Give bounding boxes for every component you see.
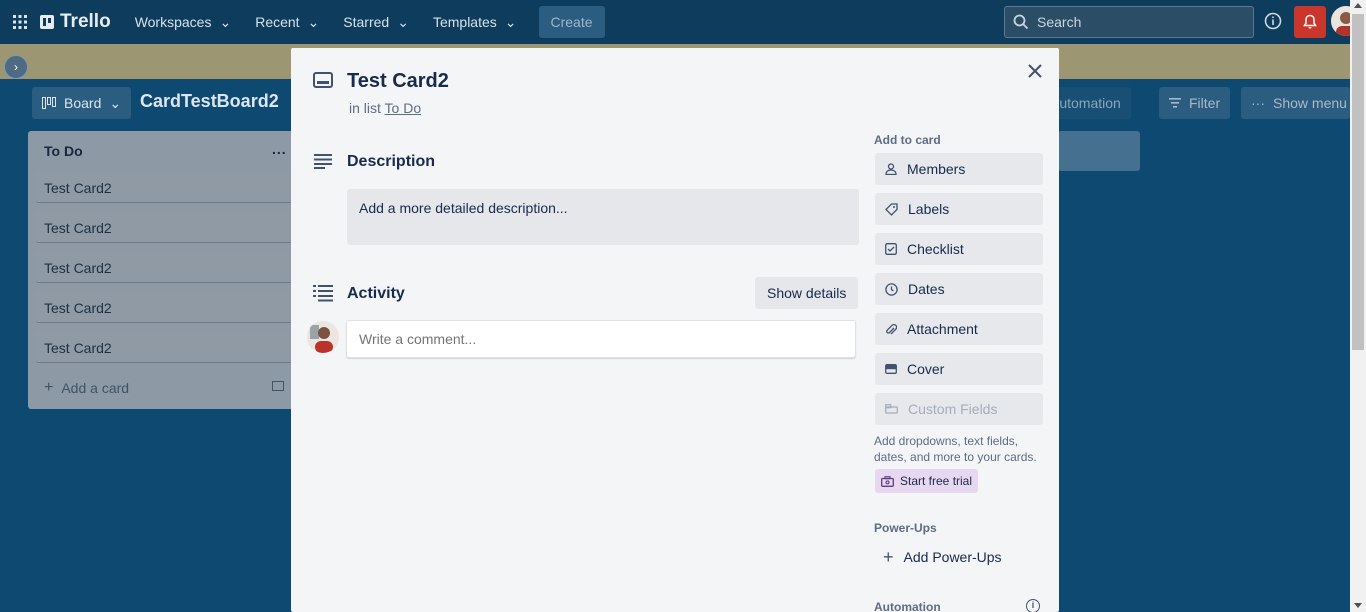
commenter-avatar xyxy=(307,321,339,353)
logo-text: Trello xyxy=(60,11,111,32)
card-template-icon[interactable] xyxy=(272,381,284,391)
board-view-label: Board xyxy=(64,95,102,111)
trello-logo-icon xyxy=(40,15,54,29)
custom-fields-note: Add dropdowns, text fields, dates, and m… xyxy=(874,434,1037,464)
board-title[interactable]: CardTestBoard2 xyxy=(140,91,279,112)
filter-icon xyxy=(1169,98,1181,108)
cover-icon xyxy=(885,364,897,374)
tag-icon xyxy=(885,202,898,216)
checkbox-icon xyxy=(885,243,897,255)
list-card[interactable]: Test Card2 xyxy=(36,291,292,323)
starred-menu[interactable]: Starred ⌄ xyxy=(333,6,419,38)
chevron-down-icon: ⌄ xyxy=(109,94,122,111)
workspaces-menu[interactable]: Workspaces ⌄ xyxy=(125,6,242,38)
templates-label: Templates xyxy=(432,14,497,30)
labels-button[interactable]: Labels xyxy=(875,193,1043,225)
add-power-ups-button[interactable]: + Add Power-Ups xyxy=(875,541,1010,573)
card-list-location: in list To Do xyxy=(349,100,421,116)
custom-fields-label: Custom Fields xyxy=(908,401,998,417)
members-label: Members xyxy=(907,161,966,177)
more-icon: ··· xyxy=(1251,95,1265,111)
scroll-down-icon[interactable] xyxy=(1354,603,1362,608)
description-input[interactable]: Add a more detailed description... xyxy=(347,189,859,245)
filter-label: Filter xyxy=(1189,95,1221,111)
search-placeholder: Search xyxy=(1037,14,1082,30)
search-input[interactable]: Search xyxy=(1004,6,1254,38)
list-card[interactable]: Test Card2 xyxy=(36,171,292,203)
checklist-button[interactable]: Checklist xyxy=(875,233,1043,265)
list-card[interactable]: Test Card2 xyxy=(36,331,292,363)
chevron-right-icon: › xyxy=(14,60,18,74)
chevron-down-icon: ⌄ xyxy=(307,13,320,30)
card-detail-modal: Test Card2 in list To Do Description Add… xyxy=(291,48,1059,612)
scrollbar-thumb[interactable] xyxy=(1352,14,1364,350)
custom-fields-icon xyxy=(885,404,898,414)
search-icon xyxy=(1013,14,1029,30)
add-list-placeholder[interactable] xyxy=(1058,131,1140,171)
chevron-down-icon: ⌄ xyxy=(397,13,409,30)
description-heading: Description xyxy=(347,153,436,170)
checklist-label: Checklist xyxy=(907,241,964,257)
board-view-switcher[interactable]: Board ⌄ xyxy=(32,87,132,119)
comment-input[interactable] xyxy=(346,320,856,358)
start-free-trial-button[interactable]: Start free trial xyxy=(875,469,979,493)
list-title[interactable]: To Do xyxy=(44,143,83,159)
starred-label: Starred xyxy=(343,14,390,30)
power-ups-heading: Power-Ups xyxy=(874,521,937,535)
members-button[interactable]: Members xyxy=(875,153,1043,185)
plus-icon: + xyxy=(883,546,894,567)
plus-icon: + xyxy=(44,379,54,396)
info-icon[interactable]: i xyxy=(1026,599,1040,612)
add-power-ups-label: Add Power-Ups xyxy=(903,549,1002,565)
dates-label: Dates xyxy=(908,281,945,297)
list-link[interactable]: To Do xyxy=(385,100,422,116)
chevron-down-icon: ⌄ xyxy=(219,13,232,30)
dates-button[interactable]: Dates xyxy=(875,273,1043,305)
create-button[interactable]: Create xyxy=(538,6,605,38)
clock-icon xyxy=(885,282,898,296)
workspaces-label: Workspaces xyxy=(134,14,212,30)
attachment-button[interactable]: Attachment xyxy=(875,313,1043,345)
cover-button[interactable]: Cover xyxy=(875,353,1043,385)
sidebar-expand-button[interactable]: › xyxy=(4,55,28,79)
notifications-button[interactable] xyxy=(1294,6,1326,38)
board-view-icon xyxy=(42,97,56,109)
add-card-label: Add a card xyxy=(61,380,130,396)
show-menu-button[interactable]: ··· Show menu xyxy=(1241,87,1350,119)
app-switcher-icon[interactable] xyxy=(0,0,40,44)
recent-label: Recent xyxy=(255,14,300,30)
recent-menu[interactable]: Recent ⌄ xyxy=(245,6,329,38)
bell-icon xyxy=(1303,14,1317,29)
in-list-prefix: in list xyxy=(349,100,381,116)
labels-label: Labels xyxy=(908,201,950,217)
filter-button[interactable]: Filter xyxy=(1159,87,1231,119)
add-card-button[interactable]: + Add a card xyxy=(44,379,129,397)
scroll-up-icon[interactable] xyxy=(1354,3,1362,8)
custom-fields-button[interactable]: Custom Fields xyxy=(875,393,1043,425)
trello-logo[interactable]: Trello xyxy=(40,11,111,33)
templates-menu[interactable]: Templates ⌄ xyxy=(423,6,527,38)
briefcase-icon xyxy=(881,475,894,487)
list-actions-icon[interactable]: ... xyxy=(272,141,287,157)
cover-label: Cover xyxy=(907,361,945,377)
info-icon[interactable] xyxy=(1263,11,1283,31)
close-icon[interactable] xyxy=(1026,62,1044,80)
attachment-label: Attachment xyxy=(907,321,978,337)
list-card[interactable]: Test Card2 xyxy=(36,251,292,283)
paperclip-icon xyxy=(886,323,897,334)
list-to-do: To Do ... Test Card2 Test Card2 Test Car… xyxy=(28,131,300,409)
automation-heading: Automation xyxy=(874,600,941,612)
add-to-card-heading: Add to card xyxy=(874,133,941,147)
description-icon xyxy=(314,154,332,169)
activity-heading: Activity xyxy=(347,285,405,302)
person-icon xyxy=(885,163,897,175)
list-card[interactable]: Test Card2 xyxy=(36,211,292,243)
card-icon xyxy=(313,72,333,88)
show-menu-label: Show menu xyxy=(1273,95,1347,111)
activity-icon xyxy=(313,285,333,302)
show-details-button[interactable]: Show details xyxy=(755,277,859,309)
card-title[interactable]: Test Card2 xyxy=(347,70,449,93)
start-trial-label: Start free trial xyxy=(900,474,973,488)
chevron-down-icon: ⌄ xyxy=(504,13,517,30)
